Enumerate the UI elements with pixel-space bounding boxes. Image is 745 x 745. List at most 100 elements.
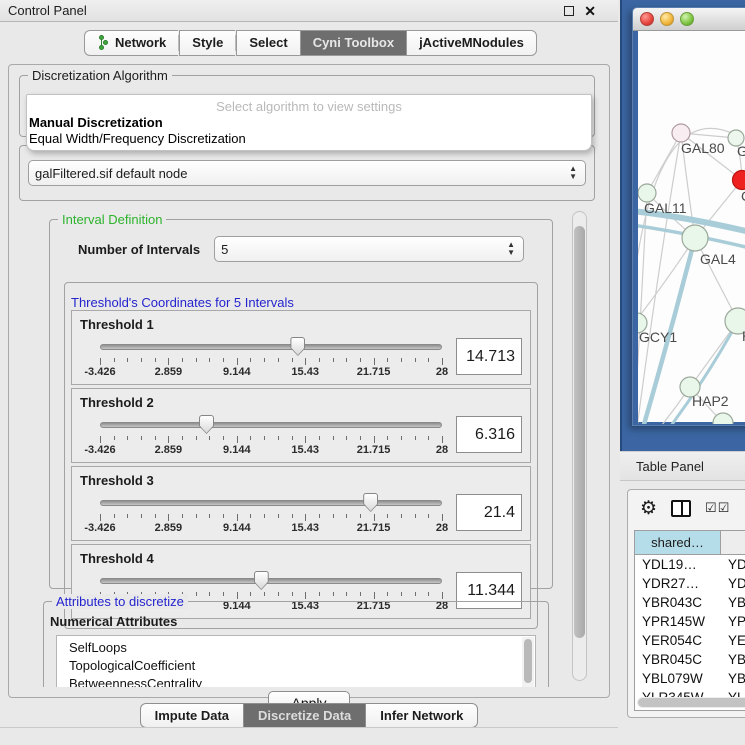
settings-scroll-area: Interval Definition Number of Intervals … (19, 207, 601, 687)
table-row[interactable]: YPR145WYPR1 (635, 612, 745, 631)
network-edge[interactable] (638, 238, 695, 323)
tab-select[interactable]: Select (236, 30, 299, 56)
slider-thumb[interactable] (290, 337, 305, 356)
column-header-name[interactable]: name (721, 531, 745, 554)
table-row[interactable]: YBL079WYBL0 (635, 669, 745, 688)
slider-track[interactable] (100, 500, 442, 506)
tab-discretize-data[interactable]: Discretize Data (243, 703, 365, 728)
discretization-algorithm-group: Discretization Algorithm Select algorith… (19, 75, 595, 137)
close-traffic-light-icon[interactable] (640, 12, 654, 26)
column-header-shared-name[interactable]: shared… (635, 531, 721, 554)
cell-name: YBL0 (721, 671, 745, 686)
threshold-value-field[interactable]: 21.4 (456, 494, 522, 531)
table-data-combo[interactable]: galFiltered.sif default node ▲▼ (28, 160, 586, 186)
slider-track[interactable] (100, 344, 442, 350)
cell-name: YBR0 (721, 595, 745, 610)
cell-name: YDL1 (721, 557, 745, 572)
minimize-traffic-light-icon[interactable] (660, 12, 674, 26)
table-header-row: shared… name (635, 531, 745, 555)
threshold-slider[interactable]: -3.4262.8599.14415.4321.71528 (100, 492, 442, 536)
numerical-attributes-list[interactable]: SelfLoopsTopologicalCoefficientBetweenne… (56, 635, 536, 687)
cell-shared-name: YER054C (635, 633, 721, 648)
slider-track[interactable] (100, 578, 442, 584)
tick-label: 2.859 (155, 444, 183, 456)
threshold-slider[interactable]: -3.4262.8599.14415.4321.71528 (100, 414, 442, 458)
tick-label: -3.426 (84, 522, 115, 534)
close-icon[interactable]: ✕ (584, 6, 596, 16)
option-manual-discretization[interactable]: Manual Discretization (27, 115, 591, 131)
combo-arrows-icon: ▲▼ (569, 165, 577, 181)
settings-vertical-scrollbar[interactable] (572, 211, 587, 681)
group-title: Threshold's Coordinates for 5 Intervals (71, 295, 294, 310)
network-graph: GAL80GACGAL11GAL4GCY1HHAP2 (638, 31, 745, 424)
cell-name: YER0 (721, 633, 745, 648)
tab-style[interactable]: Style (179, 30, 235, 56)
attribute-list-item[interactable]: SelfLoops (69, 639, 535, 657)
cell-shared-name: YBR043C (635, 595, 721, 610)
tab-jactivemnodules[interactable]: jActiveMNodules (406, 30, 537, 56)
threshold-label: Threshold 3 (80, 473, 522, 488)
tick-label: -3.426 (84, 366, 115, 378)
network-window-titlebar[interactable] (633, 8, 745, 31)
numerical-attributes-label: Numerical Attributes (50, 614, 536, 629)
network-view-window[interactable]: GAL80GACGAL11GAL4GCY1HHAP2 (632, 7, 745, 426)
table-row[interactable]: YBR045CYBR0 (635, 650, 745, 669)
select-columns-icon[interactable]: ☑☑ (705, 500, 730, 516)
attribute-list-item[interactable]: TopologicalCoefficient (69, 657, 535, 675)
cell-name: YPR1 (721, 614, 745, 629)
network-node[interactable] (733, 171, 745, 190)
tab-infer-network[interactable]: Infer Network (365, 703, 478, 728)
divider (0, 727, 618, 728)
network-node[interactable] (682, 225, 708, 251)
threshold-label: Threshold 4 (80, 551, 522, 566)
tab-network[interactable]: Network (84, 30, 178, 56)
option-equal-width-frequency[interactable]: Equal Width/Frequency Discretization (27, 131, 591, 147)
tick-label: 21.715 (357, 522, 391, 534)
slider-ticks (100, 358, 442, 365)
table-row[interactable]: YDL19…YDL1 (635, 555, 745, 574)
cell-shared-name: YPR145W (635, 614, 721, 629)
node-label: GA (737, 143, 745, 159)
tick-label: 9.144 (223, 366, 251, 378)
tick-label: -3.426 (84, 444, 115, 456)
table-horizontal-scrollbar[interactable] (637, 697, 745, 708)
table-row[interactable]: YER054CYER0 (635, 631, 745, 650)
threshold-slider[interactable]: -3.4262.8599.14415.4321.71528 (100, 336, 442, 380)
tab-cyni-toolbox[interactable]: Cyni Toolbox (300, 30, 406, 56)
gear-icon[interactable]: ⚙ (640, 497, 657, 520)
table-row[interactable]: YBR043CYBR0 (635, 593, 745, 612)
number-of-intervals-combo[interactable]: 5 ▲▼ (214, 236, 524, 262)
tick-label: 21.715 (357, 366, 391, 378)
attribute-list-item[interactable]: BetweennessCentrality (69, 675, 535, 687)
network-canvas[interactable]: GAL80GACGAL11GAL4GCY1HHAP2 (638, 31, 745, 422)
algorithm-placeholder-option[interactable]: Select algorithm to view settings (27, 97, 591, 115)
network-edge[interactable] (638, 133, 681, 424)
threshold-value-field[interactable]: 6.316 (456, 416, 522, 453)
network-edge[interactable] (638, 423, 723, 424)
tick-label: 21.715 (357, 444, 391, 456)
attributes-scrollbar[interactable] (522, 637, 534, 687)
threshold-value-field[interactable]: 14.713 (456, 338, 522, 375)
node-label: C (741, 188, 745, 204)
group-title: Discretization Algorithm (28, 68, 172, 83)
threshold-card-1: Threshold 1-3.4262.8599.14415.4321.71528… (71, 310, 531, 385)
tick-label: 9.144 (223, 444, 251, 456)
table-panel-titlebar: Table Panel (620, 451, 745, 481)
tab-impute-data[interactable]: Impute Data (140, 703, 243, 728)
tab-label: jActiveMNodules (419, 35, 524, 50)
table-row[interactable]: YDR27…YDR2 (635, 574, 745, 593)
node-label: GAL4 (700, 251, 736, 267)
slider-tick-labels: -3.4262.8599.14415.4321.71528 (100, 366, 442, 379)
zoom-traffic-light-icon[interactable] (680, 12, 694, 26)
split-columns-icon[interactable] (671, 500, 691, 517)
combo-arrows-icon: ▲▼ (507, 241, 515, 257)
float-icon[interactable] (564, 6, 574, 16)
table-panel-title: Table Panel (636, 459, 704, 474)
number-of-intervals-label: Number of Intervals (78, 242, 200, 257)
slider-thumb[interactable] (363, 493, 378, 512)
control-panel: Control Panel ✕ Network Style Select Cyn… (0, 0, 618, 745)
algorithm-dropdown-popup: Select algorithm to view settings Manual… (26, 94, 592, 151)
slider-thumb[interactable] (254, 571, 269, 590)
slider-thumb[interactable] (199, 415, 214, 434)
slider-track[interactable] (100, 422, 442, 428)
